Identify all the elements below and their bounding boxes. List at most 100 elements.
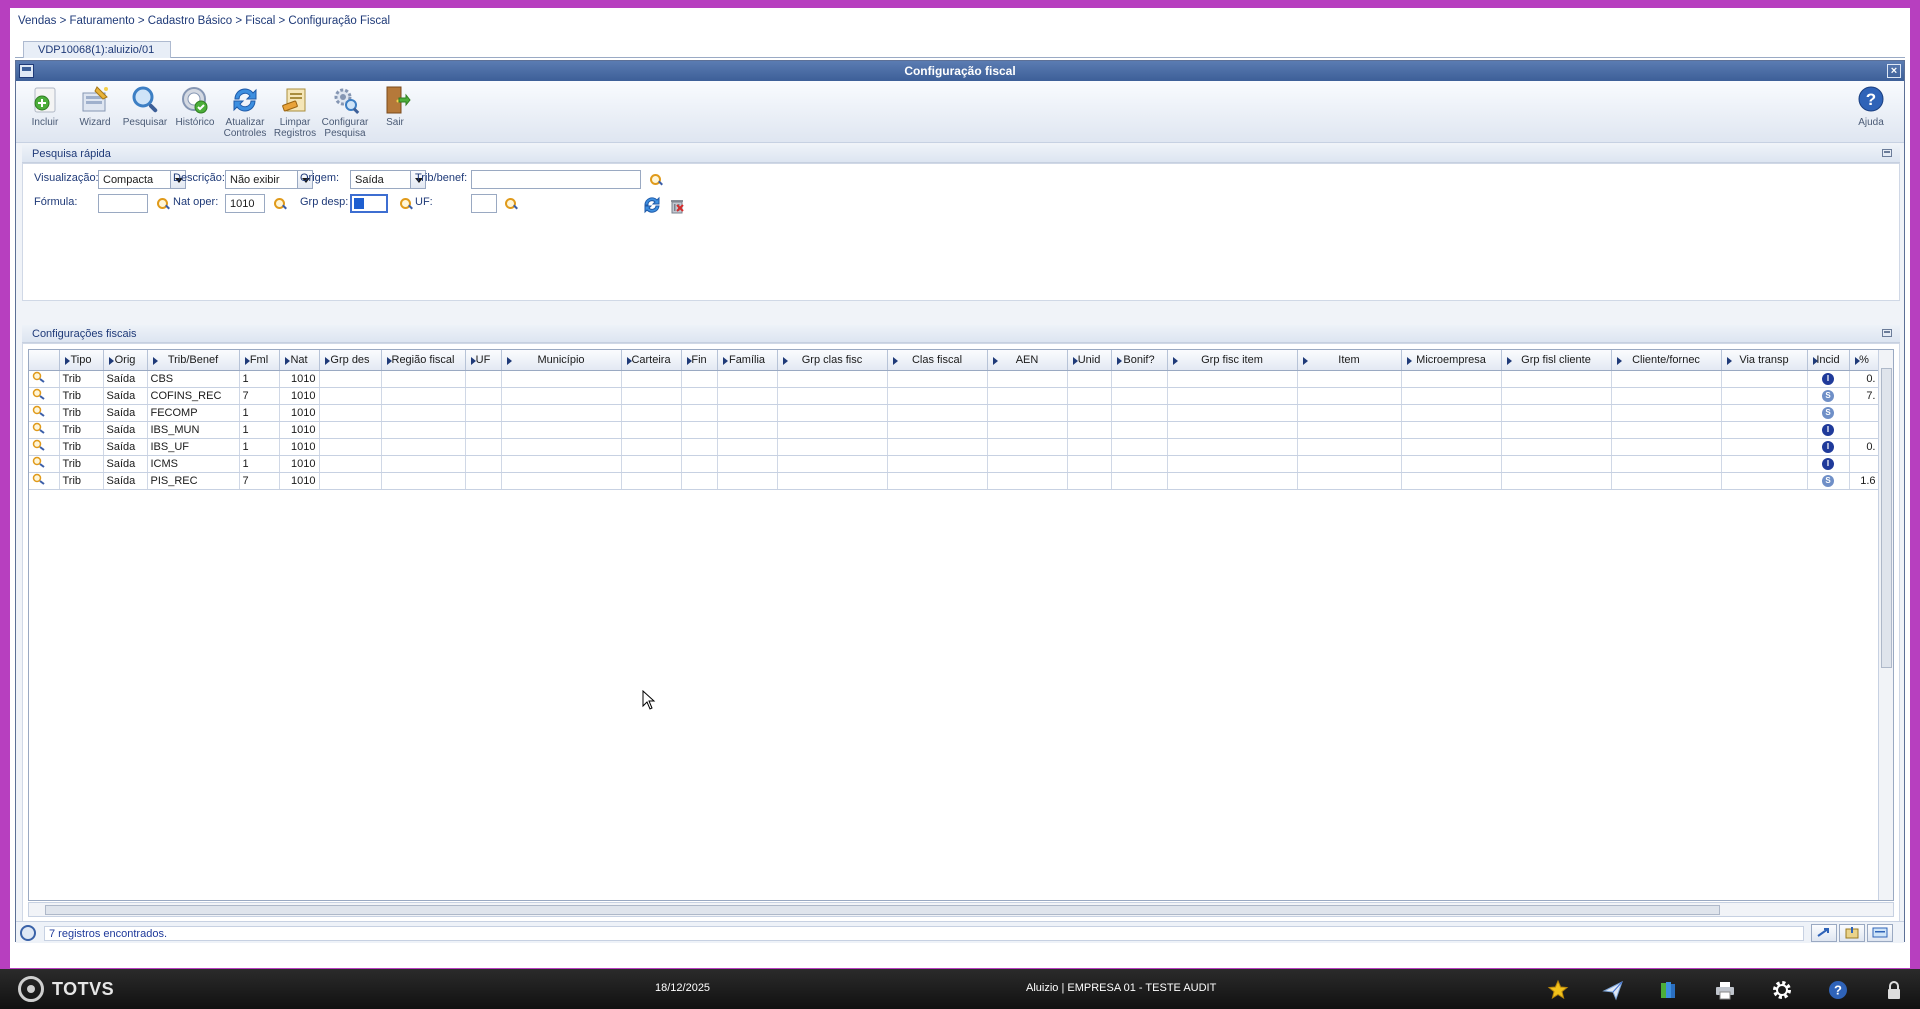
row-detail-icon[interactable]	[29, 438, 60, 456]
formula-input[interactable]	[98, 194, 148, 213]
column-header[interactable]: Clas fiscal	[887, 350, 988, 371]
table-row[interactable]: Trib Saída IBS_UF 1 1010 I 0.	[29, 438, 1880, 456]
limpar-registros-button[interactable]: Limpar Registros	[270, 85, 320, 139]
column-header[interactable]: Fin	[681, 350, 718, 371]
configurar-pesquisa-button[interactable]: Configurar Pesquisa	[320, 85, 370, 139]
cell-fml: 7	[239, 472, 280, 490]
breadcrumb-item-cadastro[interactable]: Cadastro Básico	[148, 15, 232, 27]
row-detail-icon[interactable]	[29, 404, 60, 422]
status-icon[interactable]	[20, 925, 36, 941]
column-header[interactable]: Trib/Benef	[147, 350, 240, 371]
refresh-icon[interactable]	[643, 196, 661, 214]
vertical-scrollbar[interactable]	[1878, 350, 1893, 900]
close-button[interactable]: ×	[1887, 64, 1901, 78]
sair-button[interactable]: Sair	[370, 85, 420, 128]
column-header[interactable]: Tipo	[59, 350, 104, 371]
table-cell	[1067, 421, 1112, 439]
printer-icon[interactable]	[1714, 979, 1736, 1001]
table-row[interactable]: Trib Saída PIS_REC 7 1010 S 1.6	[29, 472, 1880, 490]
table-row[interactable]: Trib Saída FECOMP 1 1010 S	[29, 404, 1880, 422]
brand-name: TOTVS	[52, 979, 115, 999]
send-icon[interactable]	[1602, 979, 1624, 1001]
historico-button[interactable]: Histórico	[170, 85, 220, 128]
trash-icon[interactable]	[668, 196, 686, 214]
column-header[interactable]: UF	[465, 350, 502, 371]
column-header[interactable]: Fml	[239, 350, 280, 371]
search-icon[interactable]	[649, 173, 663, 187]
table-cell	[319, 421, 382, 439]
table-cell	[465, 370, 502, 388]
search-icon[interactable]	[399, 197, 413, 211]
breadcrumb-item-fiscal[interactable]: Fiscal	[245, 15, 275, 27]
horizontal-scrollbar[interactable]	[28, 902, 1894, 917]
trib-benef-input[interactable]	[471, 170, 641, 189]
row-detail-icon[interactable]	[29, 387, 60, 405]
collapse-icon[interactable]	[1882, 149, 1892, 157]
table-cell	[1721, 455, 1808, 473]
breadcrumb-item-faturamento[interactable]: Faturamento	[69, 15, 134, 27]
incluir-button[interactable]: Incluir	[20, 85, 70, 128]
table-row[interactable]: Trib Saída ICMS 1 1010 I	[29, 455, 1880, 473]
column-header[interactable]: Cliente/fornec	[1611, 350, 1722, 371]
export-button[interactable]	[1839, 924, 1865, 942]
search-icon[interactable]	[156, 197, 170, 211]
books-icon[interactable]	[1657, 979, 1679, 1001]
column-header[interactable]: Grp fisl cliente	[1501, 350, 1612, 371]
star-icon[interactable]	[1547, 979, 1569, 1001]
table-cell	[777, 455, 888, 473]
column-header[interactable]: Via transp	[1721, 350, 1808, 371]
column-header[interactable]: Grp fisc item	[1167, 350, 1298, 371]
search-icon[interactable]	[273, 197, 287, 211]
column-header-select[interactable]	[29, 350, 60, 371]
row-detail-icon[interactable]	[29, 455, 60, 473]
table-cell	[1167, 370, 1298, 388]
column-header[interactable]: Item	[1297, 350, 1402, 371]
wizard-button[interactable]: Wizard	[70, 85, 120, 128]
search-icon[interactable]	[504, 197, 518, 211]
vertical-scroll-thumb[interactable]	[1881, 368, 1892, 668]
table-row[interactable]: Trib Saída CBS 1 1010 I 0.	[29, 370, 1880, 388]
column-header[interactable]: Bonif?	[1111, 350, 1168, 371]
row-detail-icon[interactable]	[29, 370, 60, 388]
column-header[interactable]: Nat	[279, 350, 320, 371]
totvs-logo[interactable]: TOTVS	[18, 976, 128, 1002]
uf-input[interactable]	[471, 194, 497, 213]
nat-oper-input[interactable]: 1010	[225, 194, 265, 213]
window-menu-icon[interactable]	[19, 64, 34, 78]
gear-icon[interactable]	[1771, 979, 1793, 1001]
clear-records-icon	[279, 85, 311, 115]
horizontal-scroll-thumb[interactable]	[45, 905, 1720, 915]
collapse-icon[interactable]	[1882, 329, 1892, 337]
column-header[interactable]: Orig	[103, 350, 148, 371]
help-icon[interactable]: ?	[1827, 979, 1849, 1001]
column-header[interactable]: Incid	[1807, 350, 1850, 371]
row-detail-icon[interactable]	[29, 472, 60, 490]
trib-benef-label: Trib/benef:	[415, 172, 468, 184]
grp-desp-input[interactable]	[350, 194, 388, 213]
column-header[interactable]: Grp des	[319, 350, 382, 371]
table-row[interactable]: Trib Saída COFINS_REC 7 1010 S 7.	[29, 387, 1880, 405]
cell-incid: I	[1807, 421, 1850, 439]
table-cell	[319, 404, 382, 422]
pesquisar-button[interactable]: Pesquisar	[120, 85, 170, 128]
cell-tipo: Trib	[59, 370, 104, 388]
incidence-badge-icon: S	[1822, 390, 1834, 402]
column-header[interactable]: Município	[501, 350, 622, 371]
ajuda-button[interactable]: ? Ajuda	[1846, 85, 1896, 128]
table-row[interactable]: Trib Saída IBS_MUN 1 1010 I	[29, 421, 1880, 439]
row-detail-icon[interactable]	[29, 421, 60, 439]
expand-button[interactable]	[1811, 924, 1837, 942]
column-header[interactable]: Grp clas fisc	[777, 350, 888, 371]
messages-button[interactable]	[1867, 924, 1893, 942]
column-header[interactable]: AEN	[987, 350, 1068, 371]
column-header[interactable]: %	[1849, 350, 1880, 371]
column-header[interactable]: Região fiscal	[381, 350, 466, 371]
lock-icon[interactable]	[1883, 979, 1905, 1001]
column-header[interactable]: Unid	[1067, 350, 1112, 371]
column-header[interactable]: Família	[717, 350, 778, 371]
tab-program[interactable]: VDP10068(1):aluizio/01	[23, 41, 172, 58]
atualizar-controles-button[interactable]: Atualizar Controles	[220, 85, 270, 139]
breadcrumb-item-vendas[interactable]: Vendas	[18, 15, 56, 27]
column-header[interactable]: Carteira	[621, 350, 682, 371]
column-header[interactable]: Microempresa	[1401, 350, 1502, 371]
